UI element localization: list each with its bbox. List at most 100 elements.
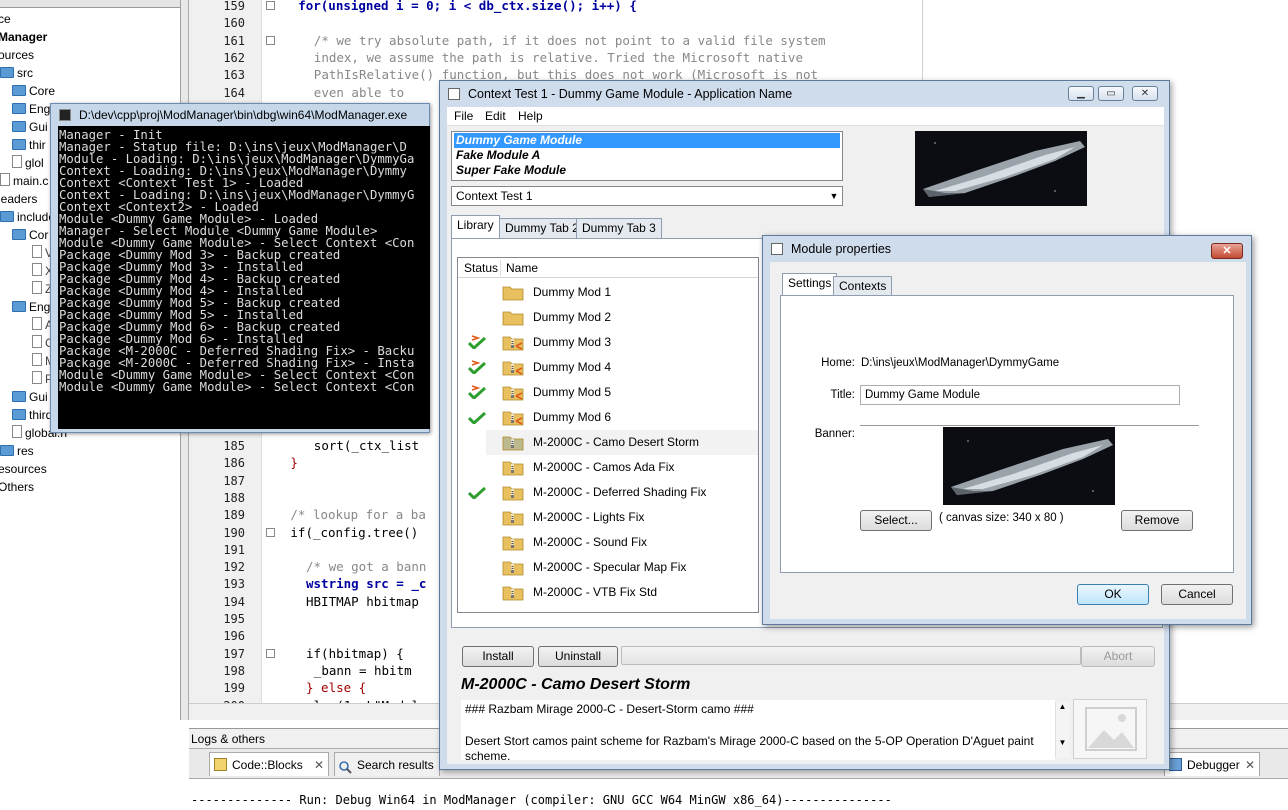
package-list[interactable]: Status Name Dummy Mod 1 Dummy Mod 2 Dummy … — [457, 257, 759, 613]
tab-dummy-3[interactable]: Dummy Tab 3 — [576, 218, 662, 239]
column-divider[interactable] — [500, 260, 501, 276]
zip-folder-icon — [502, 534, 524, 551]
ok-button[interactable]: OK — [1077, 584, 1149, 605]
minimize-button[interactable]: ▁ — [1068, 86, 1094, 101]
tree-node[interactable]: res — [0, 442, 34, 460]
fold-toggle-icon[interactable] — [266, 35, 275, 45]
module-list[interactable]: Dummy Game Module Fake Module A Super Fake… — [451, 131, 843, 181]
chevron-down-icon[interactable]: ▼ — [826, 187, 842, 205]
cancel-button[interactable]: Cancel — [1161, 584, 1233, 605]
console-titlebar[interactable]: D:\dev\cpp\proj\ModManager\bin\dbg\win64… — [51, 104, 429, 126]
zip-folder-icon — [502, 459, 524, 476]
module-list-item[interactable]: Super Fake Module — [454, 163, 840, 178]
module-list-item[interactable]: Dummy Game Module — [454, 133, 840, 148]
package-row[interactable]: M-2000C - Camos Ada Fix — [458, 455, 758, 480]
tree-node[interactable]: src — [0, 64, 33, 82]
line-number: 190 — [223, 525, 245, 540]
menu-file[interactable]: File — [454, 109, 473, 123]
tree-node[interactable]: Manager — [0, 28, 47, 46]
tree-node[interactable]: thir — [12, 136, 46, 154]
tab-dummy-2[interactable]: Dummy Tab 2 — [499, 218, 585, 239]
remove-banner-button[interactable]: Remove — [1121, 510, 1193, 531]
tab-codeblocks[interactable]: Code::Blocks ✕ — [209, 752, 329, 776]
package-row[interactable]: M-2000C - Specular Map Fix — [458, 555, 758, 580]
package-row[interactable]: M-2000C - Deferred Shading Fix — [458, 480, 758, 505]
select-banner-button[interactable]: Select... — [860, 510, 932, 531]
code-line: sort(_ctx_list — [313, 438, 420, 453]
package-row[interactable]: M-2000C - Camo Desert Storm — [486, 430, 758, 455]
tree-node[interactable]: ce — [0, 10, 11, 28]
close-button[interactable]: ✕ — [1211, 243, 1243, 259]
abort-button[interactable]: Abort — [1081, 646, 1155, 667]
file-icon — [32, 263, 42, 276]
close-button[interactable]: ✕ — [1132, 86, 1158, 101]
tab-contexts[interactable]: Contexts — [833, 276, 893, 297]
tree-node-label: main.c — [13, 174, 49, 188]
installed-check-icon — [467, 485, 487, 501]
package-row[interactable]: M-2000C - Sound Fix — [458, 530, 758, 555]
package-row[interactable]: Dummy Mod 3 — [458, 330, 758, 355]
menu-help[interactable]: Help — [518, 109, 543, 123]
package-row[interactable]: Dummy Mod 6 — [458, 405, 758, 430]
line-number: 162 — [223, 50, 245, 65]
tree-node[interactable]: Engi — [12, 100, 53, 118]
package-row[interactable]: Dummy Mod 2 — [458, 305, 758, 330]
tree-node[interactable]: Gui — [12, 388, 48, 406]
tab-debugger[interactable]: Debugger ✕ — [1164, 752, 1260, 776]
tab-search-results[interactable]: Search results — [334, 752, 440, 776]
install-button[interactable]: Install — [462, 646, 534, 667]
column-status[interactable]: Status — [464, 261, 498, 275]
folder-icon — [12, 103, 26, 114]
fold-toggle-icon[interactable] — [266, 527, 275, 537]
tab-settings[interactable]: Settings — [782, 273, 838, 297]
line-number: 197 — [223, 646, 245, 661]
tree-node[interactable]: esources — [0, 460, 47, 478]
tab-label: Code::Blocks — [232, 758, 303, 772]
package-row[interactable]: Dummy Mod 5 — [458, 380, 758, 405]
dialog-title: Module properties — [791, 242, 892, 256]
package-row[interactable]: M-2000C - Lights Fix — [458, 505, 758, 530]
tree-node[interactable]: Gui — [12, 118, 48, 136]
package-name: M-2000C - Deferred Shading Fix — [533, 485, 707, 499]
close-icon[interactable]: ✕ — [1245, 753, 1255, 777]
module-list-item[interactable]: Fake Module A — [454, 148, 840, 163]
tree-node[interactable]: leaders — [0, 190, 37, 208]
description-scrollbar[interactable]: ▲ ▼ — [1055, 702, 1069, 758]
tree-node[interactable]: glol — [12, 154, 44, 172]
app-titlebar[interactable]: Context Test 1 - Dummy Game Module - App… — [440, 81, 1169, 107]
folder-icon — [0, 67, 14, 78]
installed-check-icon — [467, 410, 487, 426]
tree-node-label: Gui — [29, 120, 48, 134]
maximize-button[interactable]: ▭ — [1098, 86, 1124, 101]
banner-label: Banner: — [814, 428, 855, 440]
file-icon — [32, 317, 42, 330]
folder-icon — [12, 229, 26, 240]
column-name[interactable]: Name — [506, 261, 538, 275]
tree-node[interactable]: Cor — [12, 226, 48, 244]
fold-toggle-icon[interactable] — [266, 1, 275, 10]
uninstall-button[interactable]: Uninstall — [538, 646, 618, 667]
tree-node[interactable]: ources — [0, 46, 34, 64]
package-row[interactable]: Dummy Mod 4 — [458, 355, 758, 380]
tab-label: Search results — [357, 758, 434, 772]
tree-node[interactable]: main.c — [0, 172, 48, 190]
package-row[interactable]: M-2000C - VTB Fix Std — [458, 580, 758, 605]
close-icon[interactable]: ✕ — [314, 753, 324, 777]
tree-node[interactable]: Others — [0, 478, 34, 496]
code-line: /* lookup for a ba — [290, 507, 426, 523]
package-name: Dummy Mod 6 — [533, 410, 612, 424]
tree-node[interactable]: Core — [12, 82, 55, 100]
menu-edit[interactable]: Edit — [485, 109, 506, 123]
tree-tabs[interactable] — [0, 0, 180, 8]
tree-node[interactable]: include — [0, 208, 55, 226]
fold-toggle-icon[interactable] — [266, 648, 275, 658]
package-row[interactable]: Dummy Mod 1 — [458, 280, 758, 305]
dialog-titlebar[interactable]: Module properties ✕ — [763, 236, 1251, 262]
title-field[interactable]: Dummy Game Module — [860, 385, 1180, 405]
module-properties-dialog[interactable]: Module properties ✕ Settings Contexts Ho… — [762, 235, 1252, 625]
package-title: M-2000C - Camo Desert Storm — [461, 676, 691, 693]
line-number: 160 — [223, 16, 245, 31]
context-select[interactable]: Context Test 1 ▼ — [451, 186, 843, 206]
console-window[interactable]: D:\dev\cpp\proj\ModManager\bin\dbg\win64… — [50, 103, 430, 433]
tab-library[interactable]: Library — [451, 215, 500, 239]
